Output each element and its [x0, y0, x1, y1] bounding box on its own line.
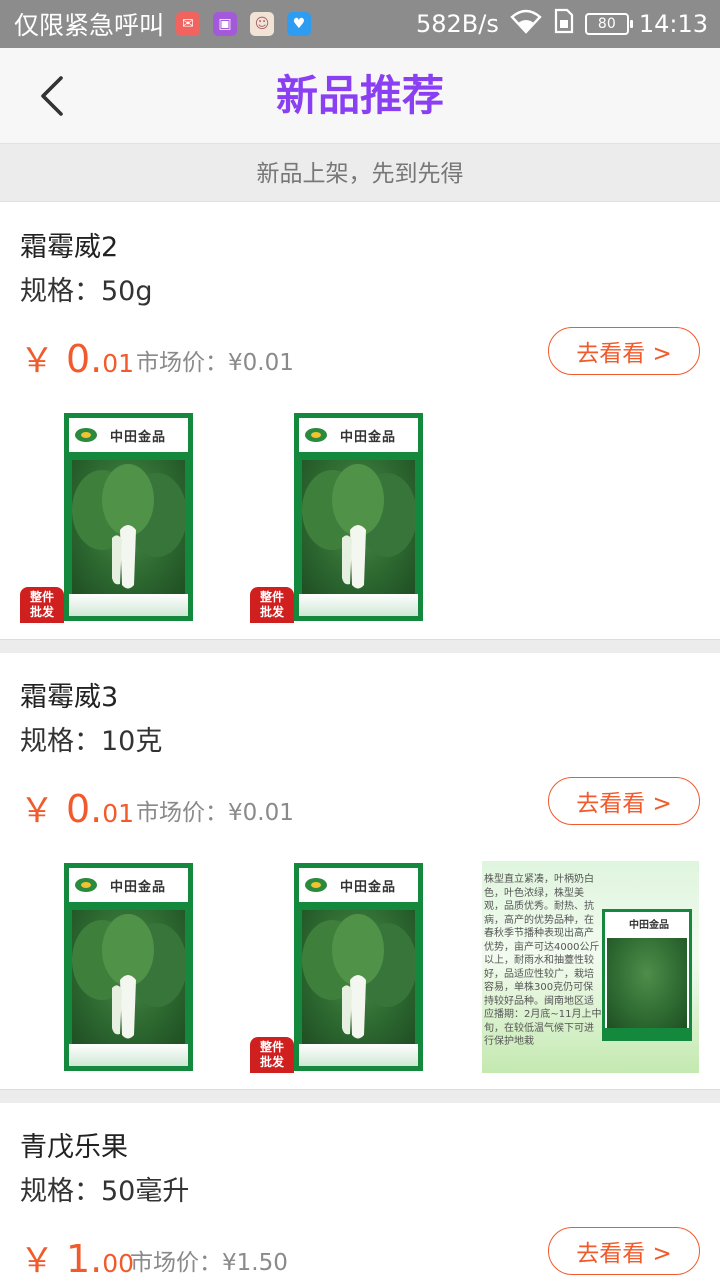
battery-level: 80 — [597, 16, 616, 32]
wholesale-badge: 整件 批发 — [250, 587, 294, 623]
product-card[interactable]: 霜霉威2 规格：50g ￥ 0. 01 市场价：¥0.01 去看看 > 中田金品 — [0, 203, 720, 639]
vegetable-illustration — [302, 910, 415, 1045]
brand-name: 中田金品 — [110, 429, 167, 445]
currency-symbol: ￥ — [20, 791, 54, 831]
product-image[interactable]: 中田金品 整件 批发 — [250, 861, 467, 1073]
product-name: 霜霉威3 — [20, 682, 119, 713]
product-image[interactable]: 中田金品 整件 批发 — [20, 411, 237, 623]
wifi-icon — [509, 8, 543, 40]
product-info-image: 株型直立紧凑，叶柄奶白色，叶色浓绿，株型美观，品质优秀。耐热、抗病，高产的优势品… — [482, 861, 699, 1073]
brand-logo-icon — [72, 871, 100, 899]
seed-packet-image: 中田金品 — [294, 863, 423, 1071]
heart-app-icon: ♥ — [287, 12, 312, 36]
product-name: 青戊乐果 — [20, 1132, 128, 1163]
product-image[interactable]: 中田金品 — [20, 861, 237, 1073]
face-icon: ☺ — [250, 12, 275, 36]
product-price: ￥ 1. 00 — [20, 1233, 134, 1280]
subtitle-banner: 新品上架，先到先得 — [0, 144, 720, 202]
brand-name: 中田金品 — [110, 879, 167, 895]
brand-logo-icon — [72, 421, 100, 449]
price-decimal: 01 — [102, 799, 135, 828]
gallery-icon: ▣ — [213, 12, 238, 36]
product-card[interactable]: 霜霉威3 规格：10克 ￥ 0. 01 市场价：¥0.01 去看看 > 中田金品 — [0, 653, 720, 1089]
seed-packet-image: 中田金品 — [64, 413, 193, 621]
vegetable-illustration — [72, 910, 185, 1045]
view-button[interactable]: 去看看 > — [548, 1227, 700, 1275]
price-integer: 0. — [66, 787, 103, 831]
wholesale-badge: 整件 批发 — [20, 587, 64, 623]
brand-name: 中田金品 — [629, 919, 669, 931]
sim-icon — [553, 8, 575, 40]
vegetable-illustration — [72, 460, 185, 595]
wholesale-badge: 整件 批发 — [250, 1037, 294, 1073]
battery-icon: 80 — [584, 13, 633, 35]
product-price: ￥ 0. 01 — [20, 333, 134, 382]
view-button[interactable]: 去看看 > — [548, 777, 700, 825]
page-title: 新品推荐 — [275, 71, 444, 120]
product-spec: 规格：50g — [20, 276, 153, 307]
market-price: 市场价：¥1.50 — [130, 1250, 288, 1276]
clock: 14:13 — [638, 10, 708, 38]
price-integer: 1. — [66, 1237, 103, 1280]
card-divider — [0, 1089, 720, 1103]
seed-packet-image: 中田金品 — [294, 413, 423, 621]
notification-icons: ✉ ▣ ☺ ♥ — [176, 12, 324, 36]
price-integer: 0. — [66, 337, 103, 381]
product-image[interactable]: 中田金品 整件 批发 — [250, 411, 467, 623]
mail-icon: ✉ — [176, 12, 201, 36]
brand-logo-icon — [302, 421, 330, 449]
product-card[interactable]: 青戊乐果 规格：50毫升 ￥ 1. 00 市场价：¥1.50 去看看 > — [0, 1103, 720, 1280]
net-speed: 582B/s — [415, 10, 499, 38]
seed-packet-image: 中田金品 — [602, 909, 692, 1041]
product-price: ￥ 0. 01 — [20, 783, 134, 832]
product-image[interactable]: 株型直立紧凑，叶柄奶白色，叶色浓绿，株型美观，品质优秀。耐热、抗病，高产的优势品… — [482, 861, 699, 1073]
vegetable-illustration — [302, 460, 415, 595]
nav-header: 新品推荐 — [0, 48, 720, 144]
product-name: 霜霉威2 — [20, 232, 119, 263]
vegetable-illustration — [607, 938, 687, 1028]
market-price: 市场价：¥0.01 — [136, 350, 294, 376]
currency-symbol: ￥ — [20, 341, 54, 381]
brand-name: 中田金品 — [340, 429, 397, 445]
brand-name: 中田金品 — [340, 879, 397, 895]
product-description: 株型直立紧凑，叶柄奶白色，叶色浓绿，株型美观，品质优秀。耐热、抗病，高产的优势品… — [484, 874, 602, 1047]
market-price: 市场价：¥0.01 — [136, 800, 294, 826]
status-bar: 仅限紧急呼叫 ✉ ▣ ☺ ♥ 582B/s 80 14:13 — [0, 0, 720, 48]
card-divider — [0, 639, 720, 653]
product-spec: 规格：50毫升 — [20, 1176, 190, 1207]
view-button[interactable]: 去看看 > — [548, 327, 700, 375]
carrier-text: 仅限紧急呼叫 — [14, 11, 165, 40]
seed-packet-image: 中田金品 — [64, 863, 193, 1071]
brand-logo-icon — [302, 871, 330, 899]
price-decimal: 01 — [102, 349, 135, 378]
currency-symbol: ￥ — [20, 1241, 54, 1280]
product-spec: 规格：10克 — [20, 726, 163, 757]
